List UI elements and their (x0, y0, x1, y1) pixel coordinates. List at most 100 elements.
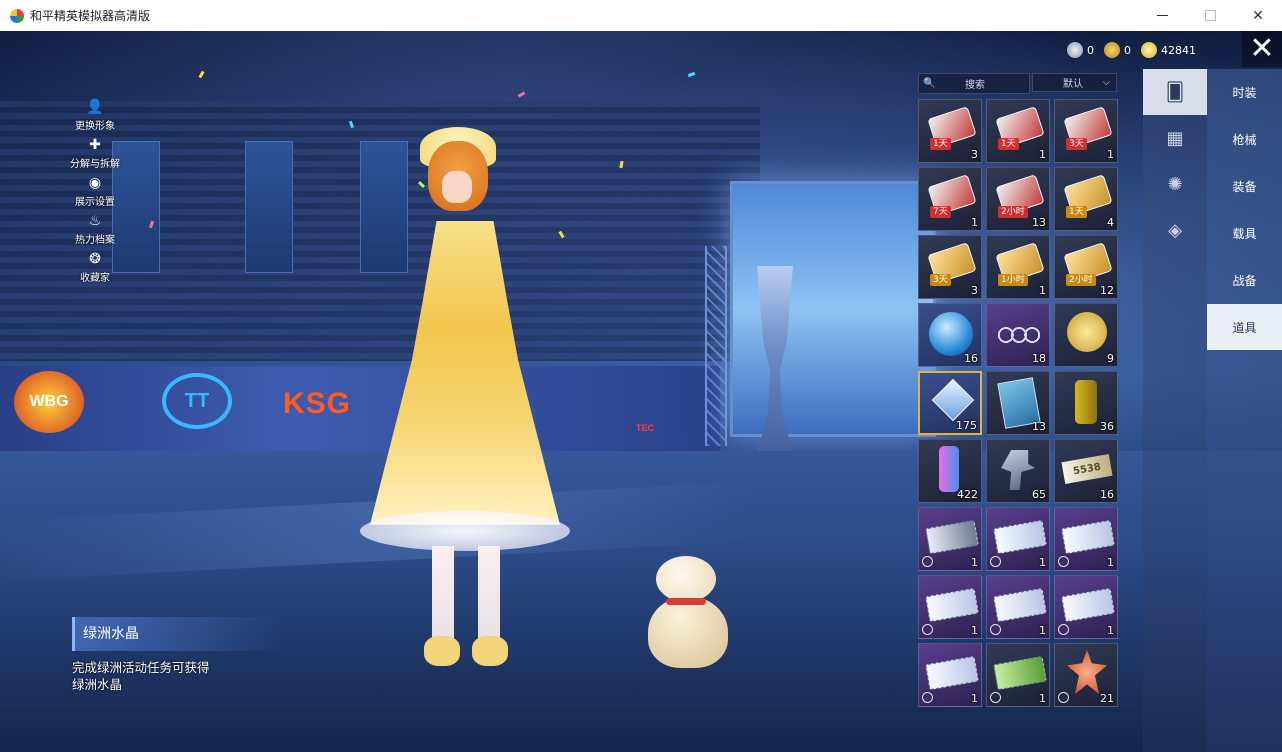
ticket-icon (925, 587, 979, 623)
puzzle-piece-icon (1067, 312, 1107, 352)
inventory-item[interactable]: 3天 1 (1054, 99, 1118, 163)
clock-icon (922, 624, 933, 635)
item-quantity: 1 (1039, 284, 1046, 297)
item-quantity: 1 (971, 692, 978, 705)
inventory-item[interactable]: 1 (986, 643, 1050, 707)
sub-category-bar: 🂠 ▦ ✺ ◈ (1143, 69, 1207, 752)
duration-tag: 1天 (930, 138, 951, 150)
inventory-item[interactable]: 1 (1054, 575, 1118, 639)
inventory-item[interactable]: 3天 3 (918, 235, 982, 299)
window-controls: ✕ (1138, 0, 1282, 31)
sub-tab-burst[interactable]: ✺ (1143, 161, 1207, 207)
item-quantity: 36 (1100, 420, 1114, 433)
tag-icon: ◈ (1168, 219, 1182, 241)
inventory-item[interactable]: 1 (1054, 507, 1118, 571)
silver-coin-icon (1067, 42, 1083, 58)
inventory-item[interactable]: 18 (986, 303, 1050, 367)
item-quantity: 65 (1032, 488, 1046, 501)
character-leg (478, 546, 500, 646)
inventory-item[interactable]: 5538 16 (1054, 439, 1118, 503)
confetti (198, 70, 205, 79)
clock-icon (1058, 624, 1069, 635)
arena-banner (245, 141, 293, 273)
inventory-item[interactable]: 1 (918, 575, 982, 639)
sub-tab-outfit-card[interactable]: 🂠 (1143, 69, 1207, 115)
currency-bar: 0 0 42841 (1057, 39, 1196, 61)
inventory-item[interactable]: 1 (986, 575, 1050, 639)
inventory-item[interactable]: 1 (986, 507, 1050, 571)
inventory-item[interactable]: 65 (986, 439, 1050, 503)
inventory-item[interactable]: 1天 1 (986, 99, 1050, 163)
decompose-button[interactable]: ✚ 分解与拆解 (55, 136, 135, 170)
inventory-item[interactable]: 2小时 12 (1054, 235, 1118, 299)
player-character[interactable] (360, 121, 570, 681)
tab-category[interactable]: 载具 (1207, 210, 1282, 256)
inventory-item[interactable]: 7天 1 (918, 167, 982, 231)
search-input[interactable]: 🔍 搜索 (918, 73, 1030, 94)
heat-profile-button[interactable]: ♨ 热力档案 (55, 212, 135, 246)
sort-dropdown[interactable]: 默认 ⌵ (1032, 73, 1117, 92)
ticket-icon (993, 587, 1047, 623)
collector-icon: ❂ (89, 251, 101, 267)
burst-icon: ✺ (1167, 173, 1183, 195)
tab-category[interactable]: 道具 (1207, 304, 1282, 350)
window-title: 和平精英模拟器高清版 (30, 9, 151, 23)
tab-category[interactable]: 战备 (1207, 257, 1282, 303)
inventory-item[interactable]: 422 (918, 439, 982, 503)
item-quantity: 3 (971, 284, 978, 297)
inventory-item[interactable]: 1天 4 (1054, 167, 1118, 231)
left-menu: 👤 更换形象 ✚ 分解与拆解 ◉ 展示设置 ♨ 热力档案 ❂ 收藏家 (55, 98, 135, 288)
item-quantity: 13 (1032, 216, 1046, 229)
tab-category[interactable]: 枪械 (1207, 116, 1282, 162)
pet-companion[interactable] (648, 556, 733, 671)
medal-icon (1067, 650, 1107, 694)
character-shoe (472, 636, 508, 666)
team-logo-tec: TEC (636, 423, 654, 433)
maximize-button[interactable] (1186, 0, 1234, 31)
team-logo-ksg: KSG (283, 387, 352, 420)
minimize-icon (1156, 15, 1168, 16)
character-leg (432, 546, 454, 646)
inventory-item[interactable]: 1小时 1 (986, 235, 1050, 299)
tab-category[interactable]: 时装 (1207, 69, 1282, 115)
inventory-item[interactable]: 1 (918, 507, 982, 571)
tab-label: 枪械 (1232, 132, 1257, 147)
close-window-button[interactable]: ✕ (1234, 0, 1282, 31)
sub-tab-tag[interactable]: ◈ (1143, 207, 1207, 253)
inventory-item[interactable]: 36 (1054, 371, 1118, 435)
inventory-item[interactable]: 1 (918, 643, 982, 707)
flame-icon: ♨ (88, 213, 102, 229)
collector-button[interactable]: ❂ 收藏家 (55, 250, 135, 284)
sub-tab-calendar[interactable]: ▦ (1143, 115, 1207, 161)
inventory-item[interactable]: 16 (918, 303, 982, 367)
item-quantity: 1 (1039, 148, 1046, 161)
currency-bp: 42841 (1141, 42, 1196, 58)
inventory-item[interactable]: 175 (918, 371, 982, 435)
duration-tag: 1小时 (998, 274, 1028, 286)
change-appearance-button[interactable]: 👤 更换形象 (55, 98, 135, 132)
clock-icon (922, 692, 933, 703)
inventory-item[interactable]: 1天 3 (918, 99, 982, 163)
eye-icon: ◉ (88, 175, 102, 191)
search-icon: 🔍 (923, 77, 936, 89)
spray-gun-icon (1001, 450, 1035, 490)
emulator-window: 和平精英模拟器高清版 ✕ WBG TT KSG TEC 👤 更换形象 ✚ 分解与… (0, 0, 1282, 752)
inventory-item[interactable]: 2小时 13 (986, 167, 1050, 231)
confetti (687, 71, 696, 78)
inventory-item[interactable]: 9 (1054, 303, 1118, 367)
display-settings-button[interactable]: ◉ 展示设置 (55, 174, 135, 208)
currency-silver: 0 (1067, 42, 1094, 58)
close-panel-button[interactable]: ✕ (1242, 31, 1282, 67)
tab-category[interactable]: 装备 (1207, 163, 1282, 209)
minimize-button[interactable] (1138, 0, 1186, 31)
item-quantity: 16 (964, 352, 978, 365)
ticket-icon (925, 655, 979, 691)
inventory-item[interactable]: 13 (986, 371, 1050, 435)
currency-value: 42841 (1161, 43, 1196, 57)
duration-tag: 3天 (930, 274, 951, 286)
calendar-icon: ▦ (1166, 127, 1184, 149)
tab-label: 装备 (1232, 179, 1257, 194)
duration-tag: 3天 (1066, 138, 1087, 150)
inventory-item[interactable]: 21 (1054, 643, 1118, 707)
tab-label: 战备 (1232, 273, 1257, 288)
